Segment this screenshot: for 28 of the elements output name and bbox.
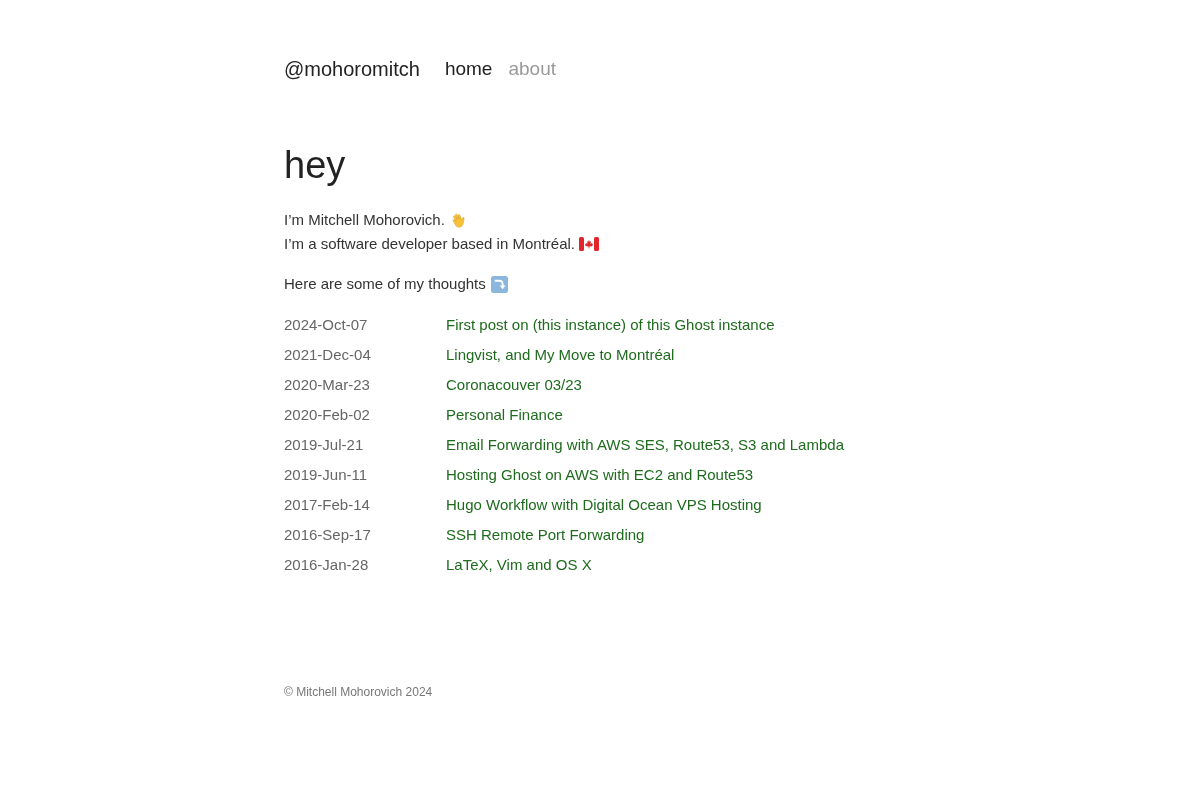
maple-leaf-flag-icon (579, 237, 599, 251)
nav-link[interactable]: home (444, 58, 493, 80)
post-date: 2020-Mar-23 (284, 375, 371, 393)
curved-arrow-down-icon (490, 275, 508, 293)
post-link[interactable]: Hosting Ghost on AWS with EC2 and Route53 (446, 465, 754, 483)
post-link[interactable]: Hugo Workflow with Digital Ocean VPS Hosting (446, 495, 762, 513)
intro-text: I’m Mitchell Mohorovich. (284, 210, 445, 230)
post-link[interactable]: Lingvist, and My Move to Montréal (446, 345, 675, 363)
post-link[interactable]: LaTeX, Vim and OS X (446, 555, 592, 573)
post-date: 2021-Dec-04 (284, 345, 372, 363)
page-heading: hey (284, 143, 347, 188)
post-date: 2019-Jul-21 (284, 435, 365, 453)
post-link[interactable]: Personal Finance (446, 405, 563, 423)
post-date: 2019-Jun-11 (284, 465, 369, 483)
intro-text: I’m a software developer based in Montréal. (284, 234, 575, 254)
post-date: 2016-Sep-17 (284, 525, 372, 543)
post-date: 2020-Feb-02 (284, 405, 371, 423)
post-date: 2016-Jan-28 (284, 555, 370, 573)
site-title-link[interactable]: @mohoromitch (284, 57, 420, 81)
post-link[interactable]: Email Forwarding with AWS SES, Route53, S3 and Lambda (446, 435, 844, 453)
post-date: 2017-Feb-14 (284, 495, 371, 513)
waving-hand-icon (449, 211, 467, 229)
copyright-text: © Mitchell Mohorovich 2024 (284, 685, 433, 699)
posts-intro-text: Here are some of my thoughts (284, 274, 486, 294)
post-date: 2024-Oct-07 (284, 315, 369, 333)
post-link[interactable]: SSH Remote Port Forwarding (446, 525, 645, 543)
post-link[interactable]: First post on (this instance) of this Ghost instance (446, 315, 775, 333)
post-link[interactable]: Coronacouver 03/23 (446, 375, 582, 393)
